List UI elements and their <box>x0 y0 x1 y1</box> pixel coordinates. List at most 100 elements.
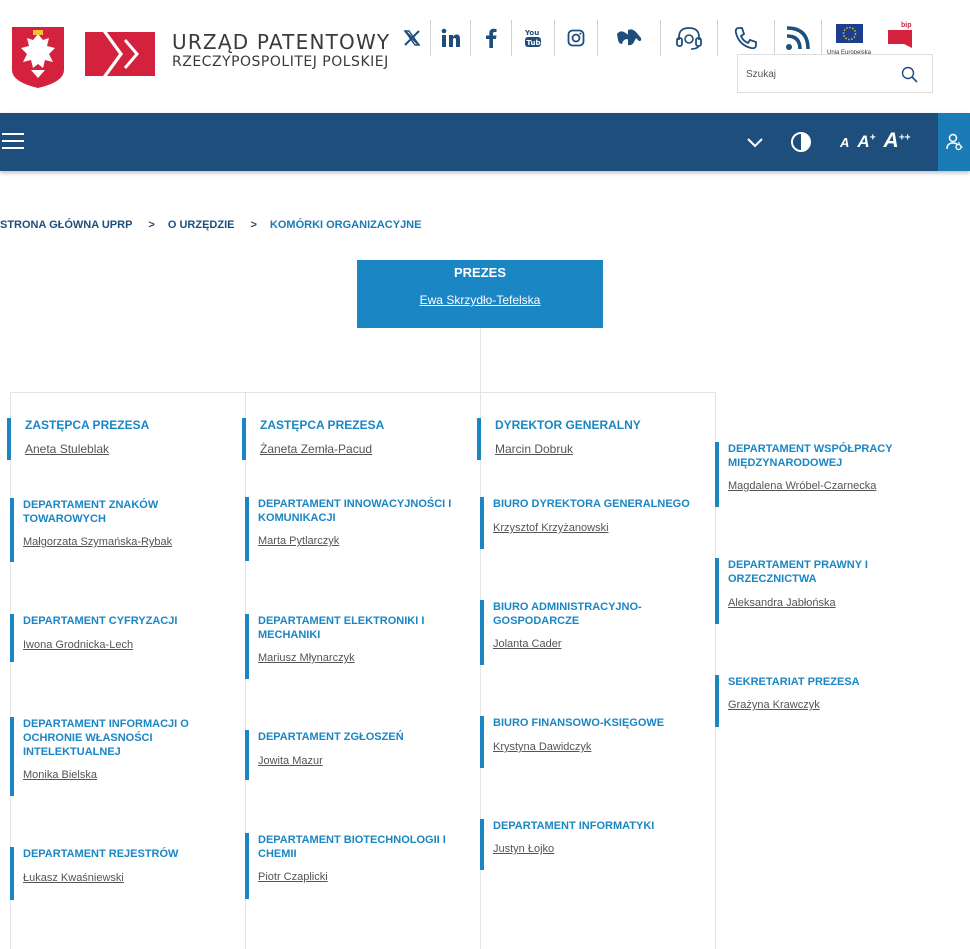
unit-card: DEPARTAMENT CYFRYZACJI Iwona Grodnicka-L… <box>10 614 235 662</box>
phone-icon <box>734 27 757 50</box>
unit-title-link[interactable]: BIURO FINANSOWO-KSIĘGOWE <box>493 716 708 730</box>
search-icon[interactable] <box>901 66 918 83</box>
unit-title-link[interactable]: DEPARTAMENT ZNAKÓW TOWAROWYCH <box>23 498 223 526</box>
unit-accent-bar <box>10 847 14 900</box>
font-size-normal-button[interactable]: A <box>840 135 849 150</box>
unit-card: BIURO ADMINISTRACYJNO-GOSPODARCZE Jolant… <box>480 600 705 665</box>
font-large-label: A <box>883 129 899 152</box>
unit-title-link[interactable]: DEPARTAMENT INNOWACYJNOŚCI I KOMUNIKACJI <box>258 497 470 525</box>
sign-language-icon <box>617 29 642 46</box>
bip-label: bip <box>901 22 912 29</box>
font-size-large-button[interactable]: A++ <box>884 129 911 153</box>
unit-person-link[interactable]: Żaneta Zemła-Pacud <box>260 442 372 456</box>
unit-person-link[interactable]: Iwona Grodnicka-Lech <box>23 638 133 652</box>
unit-accent-bar <box>7 418 11 460</box>
unit-title-link[interactable]: ZASTĘPCA PREZESA <box>25 418 149 432</box>
unit-person-link[interactable]: Aleksandra Jabłońska <box>728 596 836 610</box>
unit-title-link[interactable]: DEPARTAMENT INFORMATYKI <box>493 819 708 833</box>
x-link[interactable] <box>394 20 431 56</box>
unit-card: DEPARTAMENT INNOWACYJNOŚCI I KOMUNIKACJI… <box>245 497 470 561</box>
connector-line <box>10 392 715 393</box>
unit-person-link[interactable]: Grażyna Krawczyk <box>728 698 820 712</box>
phone-link[interactable] <box>718 20 775 56</box>
breadcrumb-level1-link[interactable]: O URZĘDZIE <box>168 219 235 231</box>
search-input[interactable] <box>746 63 896 85</box>
unit-person-link[interactable]: Mariusz Młynarczyk <box>258 651 355 665</box>
unit-accent-bar <box>10 614 14 662</box>
unit-title-link[interactable]: DEPARTAMENT REJESTRÓW <box>23 847 223 861</box>
eu-link[interactable]: Unia Europejska <box>824 23 874 56</box>
youtube-link[interactable]: You Tube <box>512 20 555 56</box>
unit-title-link[interactable]: DEPARTAMENT WSPÓŁPRACY MIĘDZYNARODOWEJ <box>728 442 928 470</box>
uprp-logo-icon[interactable] <box>85 32 155 76</box>
logo-line-2: RZECZYPOSPOLITEJ POLSKIEJ <box>172 54 389 70</box>
unit-person-link[interactable]: Marcin Dobruk <box>495 442 573 456</box>
unit-person-link[interactable]: Justyn Łojko <box>493 842 554 856</box>
unit-accent-bar <box>480 497 484 549</box>
unit-person-link[interactable]: Aneta Stuleblak <box>25 442 109 456</box>
unit-card: DEPARTAMENT INFORMATYKI Justyn Łojko <box>480 819 705 870</box>
unit-title-link[interactable]: DEPARTAMENT INFORMACJI O OCHRONIE WŁASNO… <box>23 717 213 759</box>
unit-person-link[interactable]: Łukasz Kwaśniewski <box>23 871 124 885</box>
president-title: PREZES <box>453 265 506 280</box>
chevron-down-icon[interactable] <box>746 133 764 151</box>
linkedin-link[interactable] <box>431 20 471 56</box>
unit-title-link[interactable]: DEPARTAMENT BIOTECHNOLOGII I CHEMII <box>258 833 463 861</box>
accessibility-button[interactable] <box>938 113 970 171</box>
polish-eagle-emblem[interactable] <box>11 26 65 89</box>
unit-person-link[interactable]: Krystyna Dawidczyk <box>493 740 591 754</box>
unit-person-link[interactable]: Monika Bielska <box>23 768 97 782</box>
unit-title-link[interactable]: BIURO DYREKTORA GENERALNEGO <box>493 497 708 511</box>
president-name-link[interactable]: Ewa Skrzydło-Tefelska <box>357 293 603 307</box>
unit-card: DEPARTAMENT REJESTRÓW Łukasz Kwaśniewski <box>10 847 235 900</box>
unit-accent-bar <box>715 558 719 624</box>
instagram-icon <box>567 29 585 47</box>
unit-accent-bar <box>10 717 14 796</box>
hamburger-line <box>2 147 24 149</box>
facebook-link[interactable] <box>471 20 512 56</box>
unit-person-link[interactable]: Krzysztof Krzyżanowski <box>493 521 609 535</box>
unit-card: DEPARTAMENT WSPÓŁPRACY MIĘDZYNARODOWEJ M… <box>715 442 950 507</box>
unit-accent-bar <box>480 716 484 768</box>
unit-title-link[interactable]: BIURO ADMINISTRACYJNO-GOSPODARCZE <box>493 600 673 628</box>
unit-accent-bar <box>245 833 249 899</box>
menu-toggle-button[interactable] <box>2 133 24 149</box>
unit-title-link[interactable]: DEPARTAMENT ELEKTRONIKI I MECHANIKI <box>258 614 448 642</box>
unit-title-link[interactable]: DYREKTOR GENERALNY <box>495 418 641 432</box>
breadcrumb-home-link[interactable]: STRONA GŁÓWNA UPRP <box>0 219 132 231</box>
font-size-medium-button[interactable]: A+ <box>857 132 875 152</box>
unit-title-link[interactable]: DEPARTAMENT ZGŁOSZEŃ <box>258 730 458 744</box>
unit-person-link[interactable]: Jolanta Cader <box>493 637 562 651</box>
unit-title-link[interactable]: SEKRETARIAT PREZESA <box>728 675 928 689</box>
uprp-logo-text[interactable]: URZĄD PATENTOWY RZECZYPOSPOLITEJ POLSKIE… <box>172 31 390 71</box>
font-large-sup: ++ <box>898 132 911 144</box>
unit-title-link[interactable]: ZASTĘPCA PREZESA <box>260 418 384 432</box>
unit-person-link[interactable]: Małgorzata Szymańska-Rybak <box>23 535 172 549</box>
unit-person-link[interactable]: Marta Pytlarczyk <box>258 534 339 548</box>
helpdesk-link[interactable] <box>661 20 718 56</box>
unit-person-link[interactable]: Piotr Czaplicki <box>258 870 328 884</box>
unit-card: DEPARTAMENT PRAWNY I ORZECZNICTWA Aleksa… <box>715 558 950 624</box>
sign-language-link[interactable] <box>598 20 661 56</box>
unit-card: BIURO FINANSOWO-KSIĘGOWE Krystyna Dawidc… <box>480 716 705 768</box>
unit-person-link[interactable]: Magdalena Wróbel-Czarnecka <box>728 479 876 493</box>
accessibility-user-icon <box>946 133 963 151</box>
unit-accent-bar <box>245 730 249 780</box>
unit-card: DEPARTAMENT INFORMACJI O OCHRONIE WŁASNO… <box>10 717 235 796</box>
bip-link[interactable]: bip <box>886 20 914 50</box>
svg-text:Tube: Tube <box>527 39 543 47</box>
instagram-link[interactable] <box>555 20 598 56</box>
unit-title-link[interactable]: DEPARTAMENT CYFRYZACJI <box>23 614 223 628</box>
unit-accent-bar <box>480 600 484 665</box>
font-medium-label: A <box>857 132 870 151</box>
rss-link[interactable] <box>775 20 822 56</box>
logo-line-1: URZĄD PATENTOWY <box>172 30 391 54</box>
unit-accent-bar <box>242 418 246 460</box>
unit-accent-bar <box>477 418 481 460</box>
unit-card: DEPARTAMENT ZNAKÓW TOWAROWYCH Małgorzata… <box>10 498 235 562</box>
breadcrumb-separator: > <box>250 219 257 231</box>
contrast-icon[interactable] <box>790 131 812 153</box>
unit-card: BIURO DYREKTORA GENERALNEGO Krzysztof Kr… <box>480 497 705 549</box>
unit-title-link[interactable]: DEPARTAMENT PRAWNY I ORZECZNICTWA <box>728 558 908 586</box>
unit-person-link[interactable]: Jowita Mazur <box>258 754 323 768</box>
